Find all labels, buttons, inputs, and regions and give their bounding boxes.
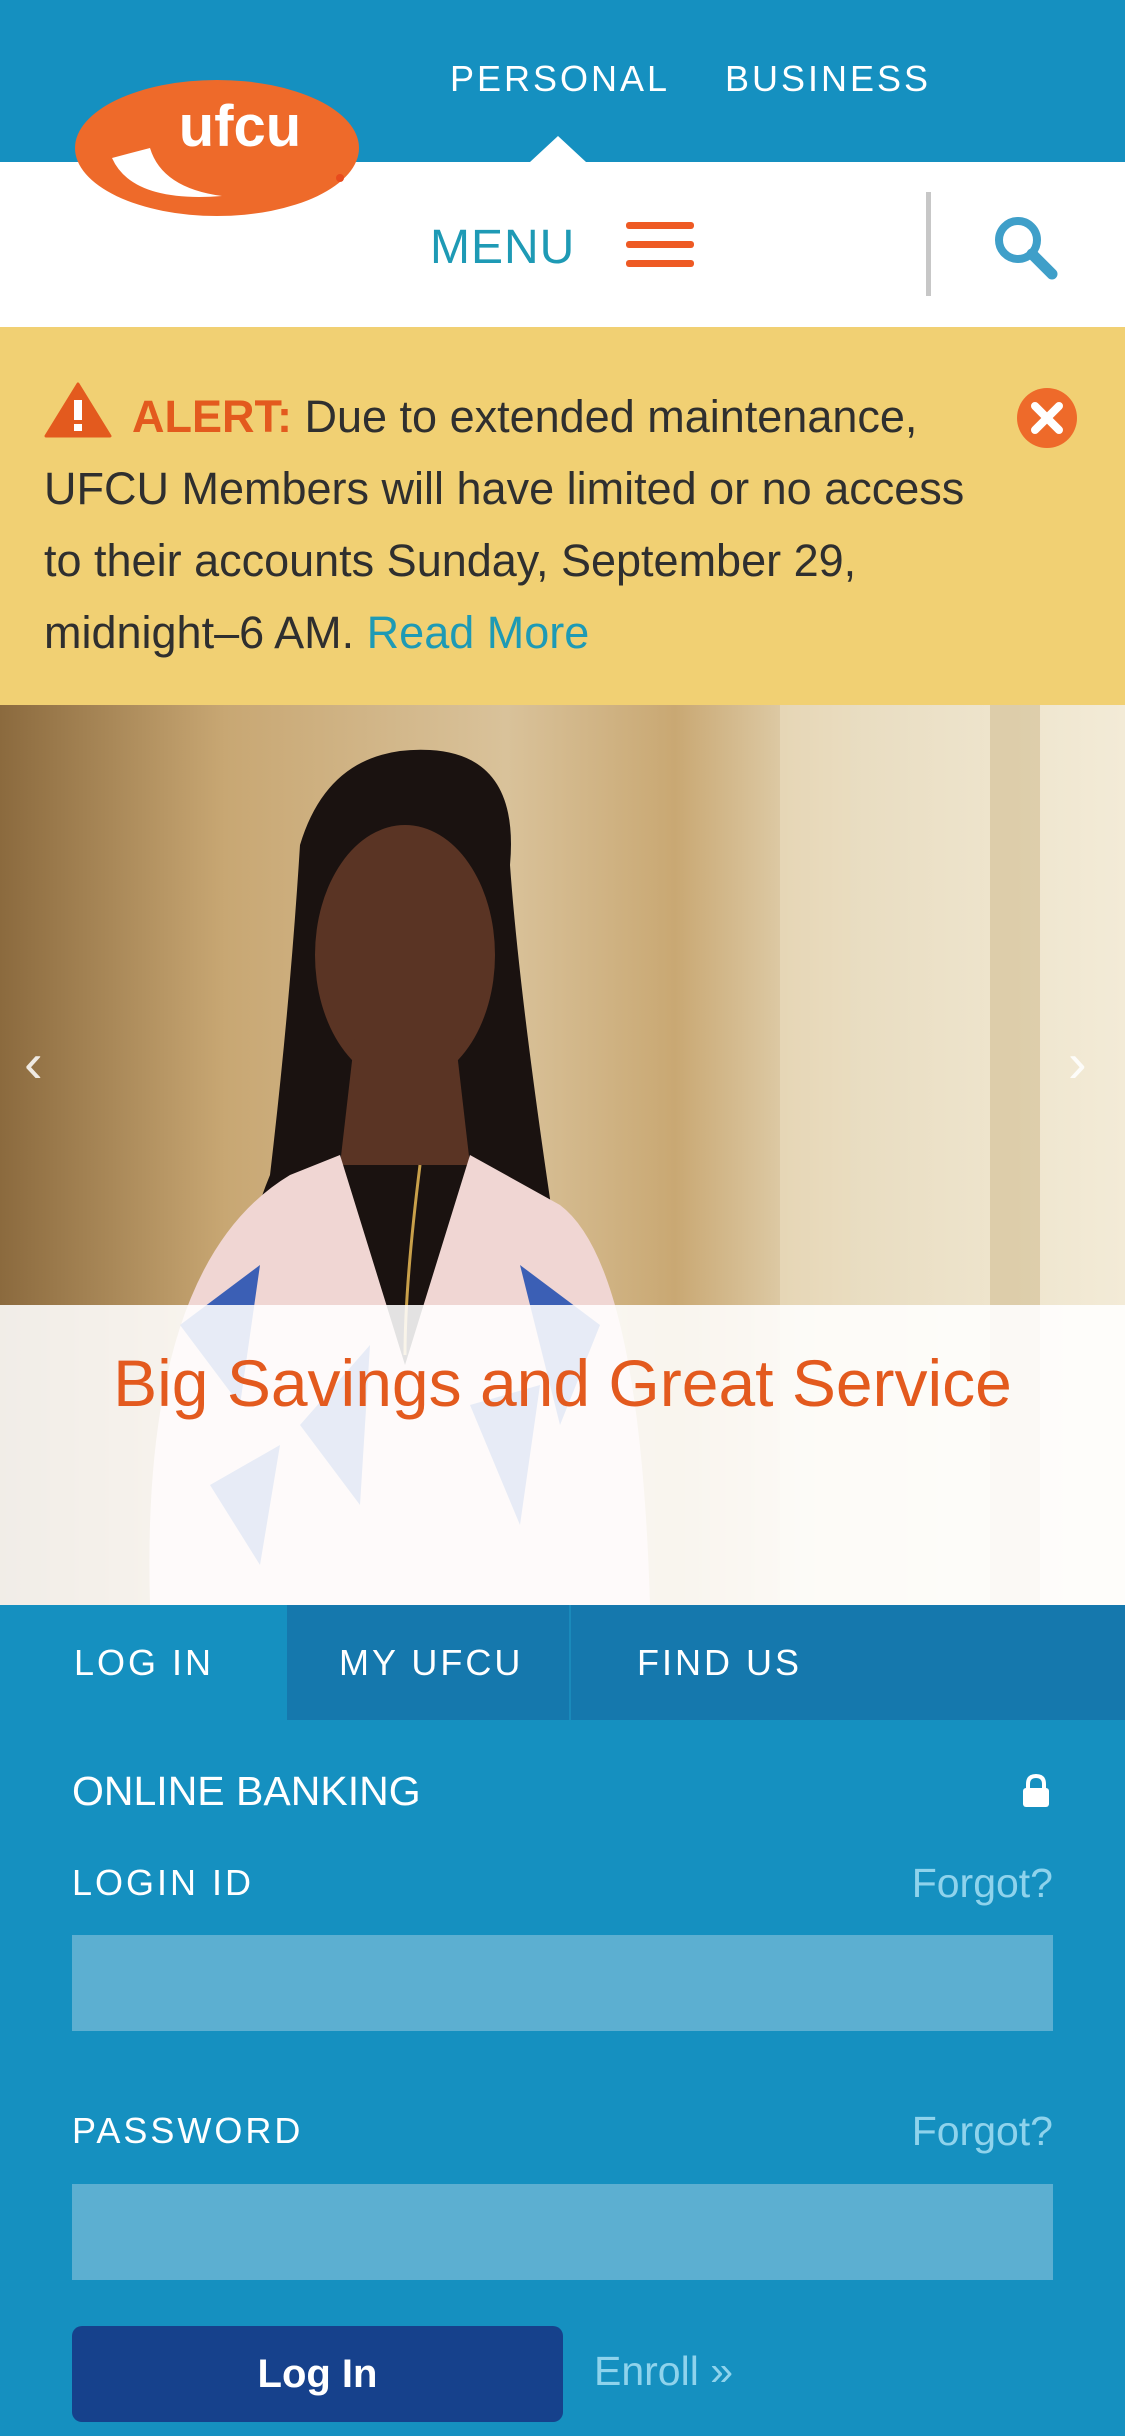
close-icon[interactable]: [1016, 387, 1078, 449]
login-id-input[interactable]: [72, 1935, 1053, 2031]
account-tabs: LOG IN MY UFCU FIND US: [0, 1605, 1125, 1720]
hamburger-icon[interactable]: [626, 222, 694, 268]
online-banking-title: ONLINE BANKING: [72, 1768, 421, 1814]
enroll-link[interactable]: Enroll »: [594, 2348, 733, 2395]
hero-carousel: ‹ › Big Savings and Great Service: [0, 705, 1125, 1605]
alert-label: ALERT:: [132, 391, 292, 442]
active-tab-indicator: [530, 136, 586, 162]
ufcu-logo[interactable]: ufcu: [72, 78, 362, 218]
divider: [926, 192, 931, 296]
logo-text: ufcu: [179, 94, 301, 159]
login-id-label: LOGIN ID: [72, 1862, 255, 1903]
warning-icon: [44, 382, 112, 438]
tab-personal[interactable]: PERSONAL: [450, 58, 670, 100]
tab-my-ufcu[interactable]: MY UFCU: [289, 1605, 569, 1720]
tab-business[interactable]: BUSINESS: [725, 58, 931, 100]
alert-text: ALERT: Due to extended maintenance, UFCU…: [44, 381, 1004, 669]
tab-find-us[interactable]: FIND US: [571, 1605, 1125, 1720]
forgot-password-link[interactable]: Forgot?: [912, 2108, 1053, 2155]
read-more-link[interactable]: Read More: [367, 607, 590, 658]
password-input[interactable]: [72, 2184, 1053, 2280]
menu-label[interactable]: MENU: [430, 220, 575, 275]
hero-title[interactable]: Big Savings and Great Service: [0, 1345, 1125, 1421]
lock-icon: [1023, 1774, 1049, 1807]
carousel-next-icon[interactable]: ›: [1068, 1030, 1087, 1095]
tab-log-in[interactable]: LOG IN: [0, 1605, 287, 1720]
carousel-prev-icon[interactable]: ‹: [24, 1030, 43, 1095]
search-icon[interactable]: [990, 212, 1060, 282]
alert-banner: ALERT: Due to extended maintenance, UFCU…: [0, 327, 1125, 705]
log-in-button[interactable]: Log In: [72, 2326, 563, 2422]
password-label: PASSWORD: [72, 2110, 304, 2151]
forgot-login-id-link[interactable]: Forgot?: [912, 1860, 1053, 1907]
